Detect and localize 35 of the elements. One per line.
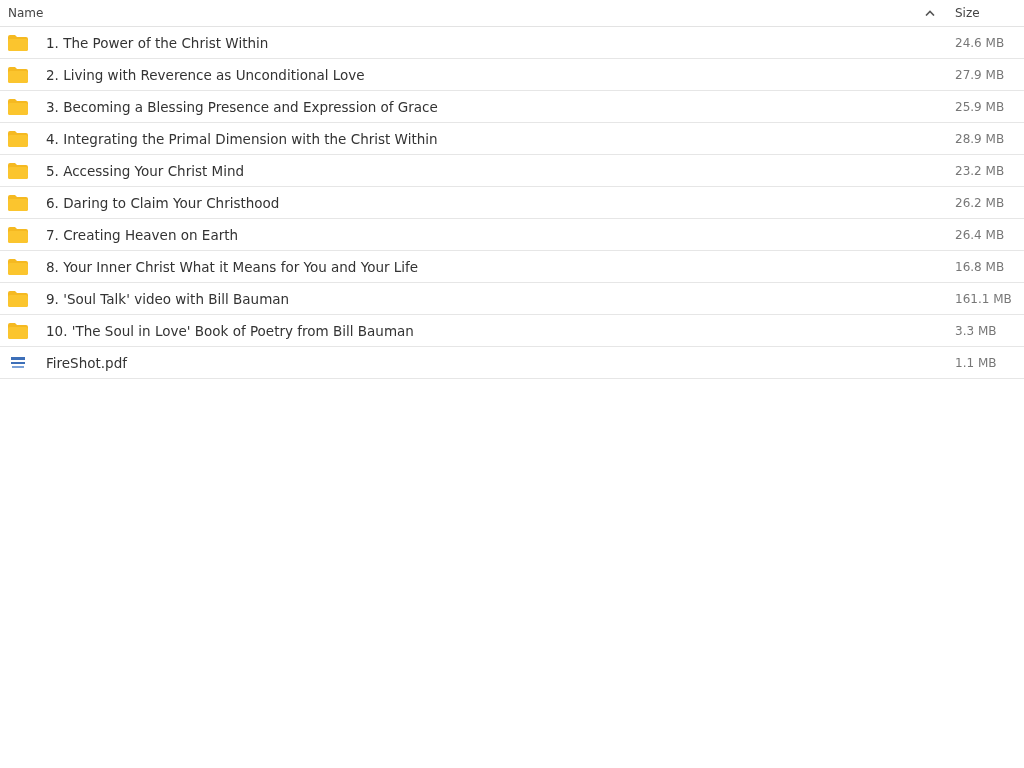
folder-icon <box>8 322 28 339</box>
file-size: 23.2 MB <box>955 163 1006 178</box>
file-size: 26.2 MB <box>955 195 1006 210</box>
file-name[interactable]: 8. Your Inner Christ What it Means for You and Your Life <box>46 258 955 275</box>
document-icon <box>8 354 28 371</box>
folder-icon <box>8 66 28 83</box>
file-name[interactable]: FireShot.pdf <box>46 354 955 371</box>
file-name[interactable]: 7. Creating Heaven on Earth <box>46 226 955 243</box>
file-size: 27.9 MB <box>955 67 1006 82</box>
file-size: 25.9 MB <box>955 99 1006 114</box>
folder-icon <box>8 226 28 243</box>
file-size: 1.1 MB <box>955 355 998 370</box>
folder-icon <box>8 290 28 307</box>
file-size: 26.4 MB <box>955 227 1006 242</box>
column-header[interactable]: Size <box>955 6 1024 20</box>
file-name[interactable]: 9. 'Soul Talk' video with Bill Bauman <box>46 290 955 307</box>
folder-icon <box>8 98 28 115</box>
file-name[interactable]: 5. Accessing Your Christ Mind <box>46 162 955 179</box>
folder-icon <box>8 34 28 51</box>
folder-icon <box>8 130 28 147</box>
file-name[interactable]: 6. Daring to Claim Your Christhood <box>46 194 955 211</box>
column-header[interactable]: Name <box>8 6 925 20</box>
file-name[interactable]: 1. The Power of the Christ Within <box>46 34 955 51</box>
folder-icon <box>8 258 28 275</box>
file-size: 3.3 MB <box>955 323 998 338</box>
file-name[interactable]: 3. Becoming a Blessing Presence and Expression of Grace <box>46 98 955 115</box>
file-size: 28.9 MB <box>955 131 1006 146</box>
file-name[interactable]: 10. 'The Soul in Love' Book of Poetry from Bill Bauman <box>46 322 955 339</box>
folder-icon <box>8 162 28 179</box>
file-size: 16.8 MB <box>955 259 1006 274</box>
file-name[interactable]: 4. Integrating the Primal Dimension with the Christ Within <box>46 130 955 147</box>
folder-icon <box>8 194 28 211</box>
file-size: 24.6 MB <box>955 35 1006 50</box>
file-size: 161.1 MB <box>955 291 1013 306</box>
file-name[interactable]: 2. Living with Reverence as Unconditional Love <box>46 66 955 83</box>
